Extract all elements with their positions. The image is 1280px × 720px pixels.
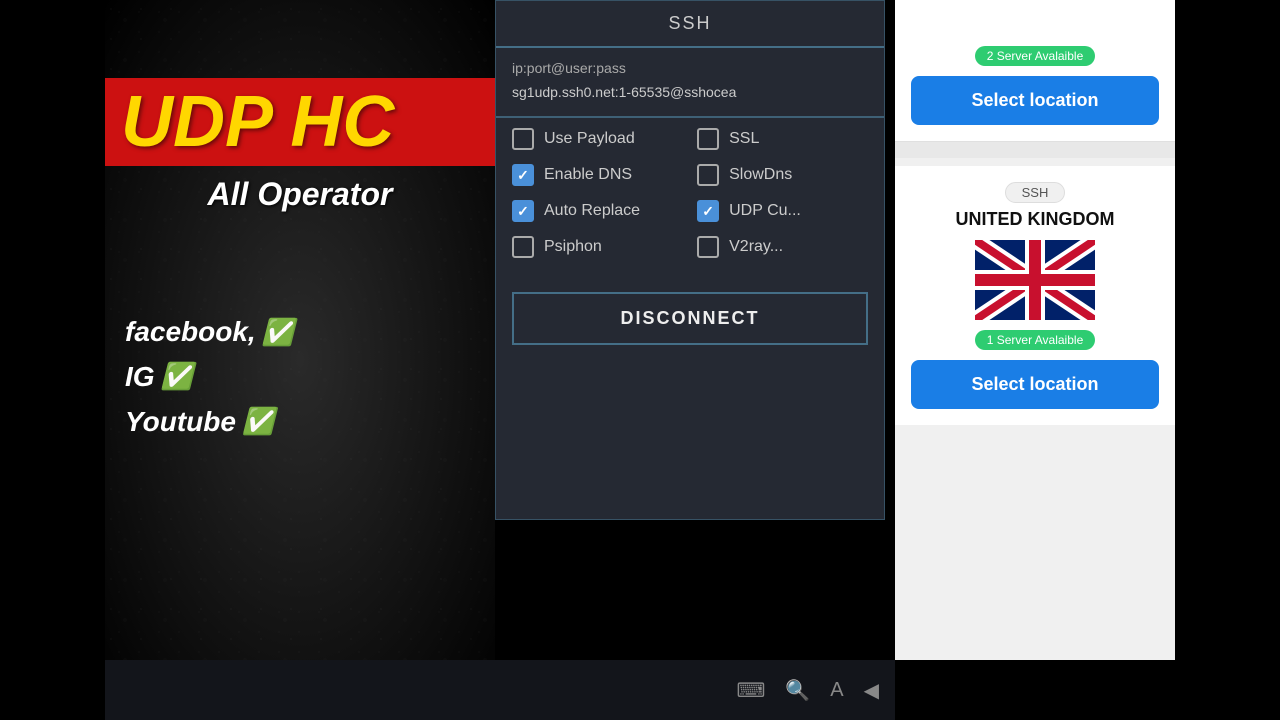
subtitle: All Operator [105, 176, 495, 213]
ssh-input-label: ip:port@user:pass [512, 60, 868, 76]
select-location-button-2[interactable]: Select location [911, 360, 1159, 409]
ssh-header: SSH [496, 1, 884, 48]
social-item-youtube: Youtube ✅ [125, 400, 294, 445]
disconnect-button[interactable]: DISCONNECT [512, 292, 868, 345]
checkbox-ssl[interactable] [697, 128, 719, 150]
country-name: UNITED KINGDOM [911, 209, 1159, 230]
checkbox-slowdns[interactable] [697, 164, 719, 186]
ssh-input-value[interactable]: sg1udp.ssh0.net:1-65535@sshocea [512, 80, 868, 104]
text-icon[interactable]: A [830, 679, 843, 702]
server-available-badge-1: 2 Server Avalaible [975, 46, 1096, 66]
server-card-uk: SSH UNITED KINGDOM [895, 166, 1175, 425]
social-item-facebook: facebook, ✅ [125, 310, 294, 355]
bottom-keyboard-bar: ⌨ 🔍 A ◀ [105, 660, 895, 720]
option-psiphon[interactable]: Psiphon [512, 236, 683, 258]
ssh-protocol-badge: SSH [1005, 182, 1066, 203]
label-psiphon: Psiphon [544, 238, 602, 256]
label-slowdns: SlowDns [729, 166, 792, 184]
checkbox-use-payload[interactable] [512, 128, 534, 150]
option-slowdns[interactable]: SlowDns [697, 164, 868, 186]
main-content: UDP HC All Operator facebook, ✅ IG ✅ You… [105, 0, 1175, 720]
card-divider [895, 142, 1175, 158]
label-use-payload: Use Payload [544, 130, 635, 148]
udp-banner-red: UDP HC [105, 78, 495, 166]
checkbox-psiphon[interactable] [512, 236, 534, 258]
udp-banner: UDP HC All Operator [105, 78, 495, 208]
checkbox-enable-dns[interactable] [512, 164, 534, 186]
option-auto-replace[interactable]: Auto Replace [512, 200, 683, 222]
option-use-payload[interactable]: Use Payload [512, 128, 683, 150]
option-row-1: Use Payload SSL [512, 128, 868, 150]
label-auto-replace: Auto Replace [544, 202, 640, 220]
checkbox-v2ray[interactable] [697, 236, 719, 258]
youtube-check: ✅ [242, 401, 274, 443]
label-udp-custom: UDP Cu... [729, 202, 801, 220]
back-icon[interactable]: ◀ [864, 678, 879, 703]
ssh-options: Use Payload SSL Enable DNS SlowDns [496, 118, 884, 282]
right-panel: 2 Server Avalaible Select location SSH U… [895, 0, 1175, 660]
black-bar-right [1175, 0, 1280, 720]
option-ssl[interactable]: SSL [697, 128, 868, 150]
facebook-check: ✅ [262, 312, 294, 354]
brand-title: UDP HC [121, 86, 479, 158]
label-ssl: SSL [729, 130, 759, 148]
black-bar-left [0, 0, 105, 720]
checkbox-auto-replace[interactable] [512, 200, 534, 222]
server-card-1: 2 Server Avalaible Select location [895, 0, 1175, 142]
select-location-button-1[interactable]: Select location [911, 76, 1159, 125]
label-v2ray: V2ray... [729, 238, 783, 256]
option-udp-custom[interactable]: UDP Cu... [697, 200, 868, 222]
ig-check: ✅ [161, 356, 193, 398]
ssh-input-section: ip:port@user:pass sg1udp.ssh0.net:1-6553… [496, 48, 884, 118]
option-v2ray[interactable]: V2ray... [697, 236, 868, 258]
search-icon-bottom[interactable]: 🔍 [785, 678, 810, 703]
option-row-2: Enable DNS SlowDns [512, 164, 868, 186]
option-enable-dns[interactable]: Enable DNS [512, 164, 683, 186]
uk-flag-container [975, 240, 1095, 320]
option-row-4: Psiphon V2ray... [512, 236, 868, 258]
server-card-top-spacer [911, 8, 1159, 38]
checkbox-udp-custom[interactable] [697, 200, 719, 222]
option-row-3: Auto Replace UDP Cu... [512, 200, 868, 222]
label-enable-dns: Enable DNS [544, 166, 632, 184]
server-available-badge-2: 1 Server Avalaible [975, 330, 1096, 350]
keyboard-icon[interactable]: ⌨ [736, 678, 765, 703]
uk-flag-svg [975, 240, 1095, 320]
social-list: facebook, ✅ IG ✅ Youtube ✅ [115, 310, 294, 444]
social-item-ig: IG ✅ [125, 355, 294, 400]
left-background: UDP HC All Operator facebook, ✅ IG ✅ You… [105, 0, 495, 720]
ssh-panel: SSH ip:port@user:pass sg1udp.ssh0.net:1-… [495, 0, 885, 520]
